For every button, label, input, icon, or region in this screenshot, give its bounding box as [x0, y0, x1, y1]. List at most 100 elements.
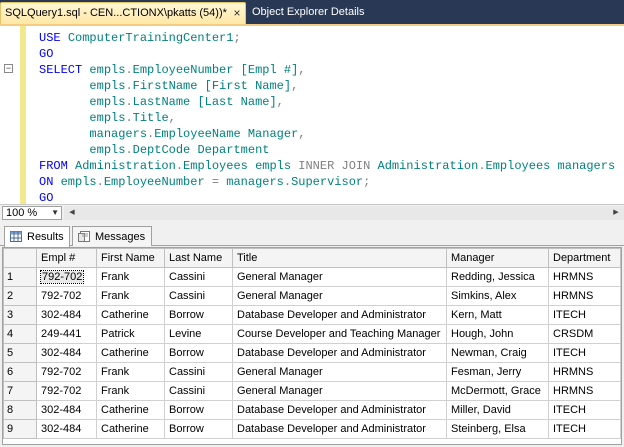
- cell-last-name[interactable]: Borrow: [164, 419, 233, 439]
- column-header-department[interactable]: Department: [548, 248, 621, 268]
- tab-sqlquery1[interactable]: SQLQuery1.sql - CEN...CTIONX\pkatts (54)…: [0, 2, 246, 24]
- column-header-empl[interactable]: Empl #: [36, 248, 97, 268]
- cell-department[interactable]: CRSDM: [548, 324, 621, 344]
- sql-code[interactable]: USE ComputerTrainingCenter1; GO SELECT emp…: [39, 30, 615, 206]
- code-line[interactable]: USE ComputerTrainingCenter1;: [39, 30, 615, 46]
- table-row[interactable]: 7 792-702 Frank Cassini General Manager McDer…: [3, 381, 621, 401]
- cell-department[interactable]: ITECH: [548, 305, 621, 325]
- code-line[interactable]: empls.LastName [Last Name],: [39, 94, 615, 110]
- column-header-first-name[interactable]: First Name: [96, 248, 165, 268]
- code-line[interactable]: GO: [39, 46, 615, 62]
- cell-first-name[interactable]: Frank: [96, 362, 165, 382]
- cell-manager[interactable]: Redding, Jessica: [446, 267, 549, 287]
- cell-first-name[interactable]: Catherine: [96, 419, 165, 439]
- cell-empl[interactable]: 792-702: [36, 267, 97, 287]
- cell-empl[interactable]: 249-441: [36, 324, 97, 344]
- cell-first-name[interactable]: Frank: [96, 381, 165, 401]
- cell-row-number[interactable]: 1: [3, 267, 37, 287]
- cell-last-name[interactable]: Cassini: [164, 362, 233, 382]
- cell-manager[interactable]: Hough, John: [446, 324, 549, 344]
- cell-manager[interactable]: Miller, David: [446, 400, 549, 420]
- cell-title[interactable]: General Manager: [232, 286, 447, 306]
- table-row[interactable]: 8 302-484 Catherine Borrow Database Develope…: [3, 400, 621, 420]
- table-row[interactable]: 4 249-441 Patrick Levine Course Developer an…: [3, 324, 621, 344]
- collapse-icon[interactable]: −: [4, 64, 13, 73]
- query-editor[interactable]: − USE ComputerTrainingCenter1; GO SELECT e…: [0, 24, 624, 206]
- cell-last-name[interactable]: Cassini: [164, 381, 233, 401]
- scroll-left-icon[interactable]: ◀: [65, 207, 79, 219]
- close-icon[interactable]: ×: [231, 6, 243, 20]
- table-row[interactable]: 3 302-484 Catherine Borrow Database Develope…: [3, 305, 621, 325]
- cell-department[interactable]: HRMNS: [548, 362, 621, 382]
- cell-row-number[interactable]: 3: [3, 305, 37, 325]
- cell-department[interactable]: HRMNS: [548, 286, 621, 306]
- cell-manager[interactable]: Simkins, Alex: [446, 286, 549, 306]
- cell-empl[interactable]: 792-702: [36, 286, 97, 306]
- cell-title[interactable]: Database Developer and Administrator: [232, 305, 447, 325]
- cell-empl[interactable]: 302-484: [36, 343, 97, 363]
- cell-title[interactable]: General Manager: [232, 362, 447, 382]
- cell-title[interactable]: Database Developer and Administrator: [232, 419, 447, 439]
- cell-department[interactable]: HRMNS: [548, 267, 621, 287]
- cell-manager[interactable]: Kern, Matt: [446, 305, 549, 325]
- cell-empl[interactable]: 792-702: [36, 381, 97, 401]
- cell-title[interactable]: Course Developer and Teaching Manager: [232, 324, 447, 344]
- code-line[interactable]: empls.FirstName [First Name],: [39, 78, 615, 94]
- horizontal-scrollbar[interactable]: ◀ ▶: [64, 206, 624, 220]
- cell-empl[interactable]: 302-484: [36, 305, 97, 325]
- cell-manager[interactable]: Newman, Craig: [446, 343, 549, 363]
- code-line[interactable]: empls.Title,: [39, 110, 615, 126]
- cell-manager[interactable]: Steinberg, Elsa: [446, 419, 549, 439]
- column-header-title[interactable]: Title: [232, 248, 447, 268]
- cell-first-name[interactable]: Frank: [96, 286, 165, 306]
- cell-first-name[interactable]: Catherine: [96, 305, 165, 325]
- table-row[interactable]: 2 792-702 Frank Cassini General Manager Simki…: [3, 286, 621, 306]
- cell-department[interactable]: ITECH: [548, 400, 621, 420]
- cell-department[interactable]: ITECH: [548, 419, 621, 439]
- cell-last-name[interactable]: Cassini: [164, 286, 233, 306]
- tab-results[interactable]: Results: [4, 226, 70, 247]
- cell-row-number[interactable]: 7: [3, 381, 37, 401]
- table-row[interactable]: 5 302-484 Catherine Borrow Database Develope…: [3, 343, 621, 363]
- cell-first-name[interactable]: Frank: [96, 267, 165, 287]
- cell-department[interactable]: HRMNS: [548, 381, 621, 401]
- cell-empl[interactable]: 792-702: [36, 362, 97, 382]
- cell-row-number[interactable]: 4: [3, 324, 37, 344]
- cell-first-name[interactable]: Patrick: [96, 324, 165, 344]
- cell-empl[interactable]: 302-484: [36, 419, 97, 439]
- cell-last-name[interactable]: Borrow: [164, 400, 233, 420]
- cell-first-name[interactable]: Catherine: [96, 400, 165, 420]
- column-header-manager[interactable]: Manager: [446, 248, 549, 268]
- cell-last-name[interactable]: Levine: [164, 324, 233, 344]
- table-row[interactable]: 9 302-484 Catherine Borrow Database Develope…: [3, 419, 621, 439]
- cell-first-name[interactable]: Catherine: [96, 343, 165, 363]
- cell-manager[interactable]: McDermott, Grace: [446, 381, 549, 401]
- code-line[interactable]: SELECT empls.EmployeeNumber [Empl #],: [39, 62, 615, 78]
- cell-row-number[interactable]: 9: [3, 419, 37, 439]
- cell-row-number[interactable]: 8: [3, 400, 37, 420]
- table-row[interactable]: 6 792-702 Frank Cassini General Manager Fesma…: [3, 362, 621, 382]
- code-line[interactable]: empls.DeptCode Department: [39, 142, 615, 158]
- cell-empl[interactable]: 302-484: [36, 400, 97, 420]
- code-line[interactable]: FROM Administration.Employees empls INNE…: [39, 158, 615, 174]
- results-grid[interactable]: Empl # First Name Last Name Title Manage…: [2, 247, 622, 445]
- tab-messages[interactable]: Messages: [72, 226, 152, 246]
- row-number-header[interactable]: [3, 248, 37, 268]
- cell-row-number[interactable]: 6: [3, 362, 37, 382]
- tab-object-explorer-details[interactable]: Object Explorer Details: [248, 2, 372, 24]
- code-line[interactable]: ON empls.EmployeeNumber = managers.Super…: [39, 174, 615, 190]
- cell-row-number[interactable]: 2: [3, 286, 37, 306]
- scroll-right-icon[interactable]: ▶: [609, 207, 623, 219]
- cell-title[interactable]: General Manager: [232, 381, 447, 401]
- cell-last-name[interactable]: Borrow: [164, 305, 233, 325]
- cell-row-number[interactable]: 5: [3, 343, 37, 363]
- cell-title[interactable]: Database Developer and Administrator: [232, 400, 447, 420]
- cell-last-name[interactable]: Borrow: [164, 343, 233, 363]
- table-row[interactable]: 1 792-702 Frank Cassini General Manager Reddi…: [3, 267, 621, 287]
- cell-title[interactable]: Database Developer and Administrator: [232, 343, 447, 363]
- cell-department[interactable]: ITECH: [548, 343, 621, 363]
- cell-title[interactable]: General Manager: [232, 267, 447, 287]
- code-line[interactable]: managers.EmployeeName Manager,: [39, 126, 615, 142]
- cell-manager[interactable]: Fesman, Jerry: [446, 362, 549, 382]
- cell-last-name[interactable]: Cassini: [164, 267, 233, 287]
